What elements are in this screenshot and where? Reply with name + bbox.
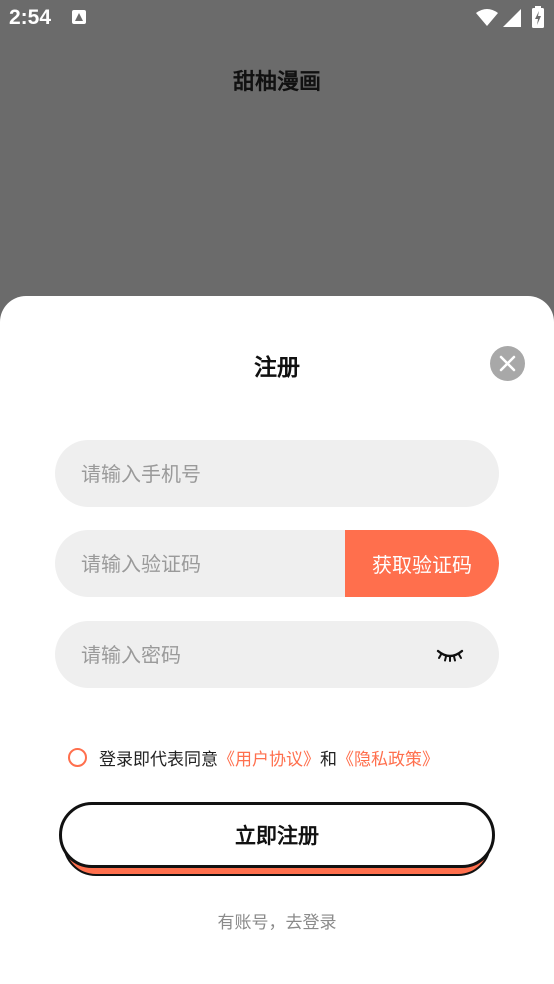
phone-input[interactable] xyxy=(81,440,481,507)
user-agreement-link[interactable]: 《用户协议》 xyxy=(218,745,320,770)
code-input[interactable] xyxy=(81,530,331,597)
register-sheet: 注册 获取验证码 登 xyxy=(0,296,554,984)
signal-icon xyxy=(503,9,521,27)
code-field: 获取验证码 xyxy=(55,530,499,597)
register-button[interactable]: 立即注册 xyxy=(59,802,495,868)
close-button[interactable] xyxy=(490,346,525,381)
battery-charging-icon xyxy=(532,6,544,28)
sheet-title: 注册 xyxy=(254,355,300,381)
password-field xyxy=(55,621,499,688)
register-button-wrap: 立即注册 xyxy=(59,802,495,878)
register-screen: 2:54 甜柚漫画 注册 获取验证码 xyxy=(0,0,554,984)
login-link[interactable]: 有账号，去登录 xyxy=(0,908,554,933)
phone-field xyxy=(55,440,499,507)
notification-icon xyxy=(72,10,86,24)
agreement-row: 登录即代表同意 《用户协议》 和 《隐私政策》 xyxy=(68,744,439,770)
app-title: 甜柚漫画 xyxy=(232,70,321,95)
agreement-prefix: 登录即代表同意 xyxy=(99,749,218,770)
eye-closed-icon[interactable] xyxy=(435,643,465,667)
password-input[interactable] xyxy=(81,621,421,688)
agreement-checkbox[interactable] xyxy=(68,747,87,767)
agreement-joiner: 和 xyxy=(320,749,337,770)
status-bar: 2:54 xyxy=(0,0,554,40)
close-icon xyxy=(499,355,516,372)
get-code-button[interactable]: 获取验证码 xyxy=(345,530,499,597)
status-time: 2:54 xyxy=(9,6,52,29)
wifi-icon xyxy=(476,9,498,26)
privacy-policy-link[interactable]: 《隐私政策》 xyxy=(337,745,439,770)
